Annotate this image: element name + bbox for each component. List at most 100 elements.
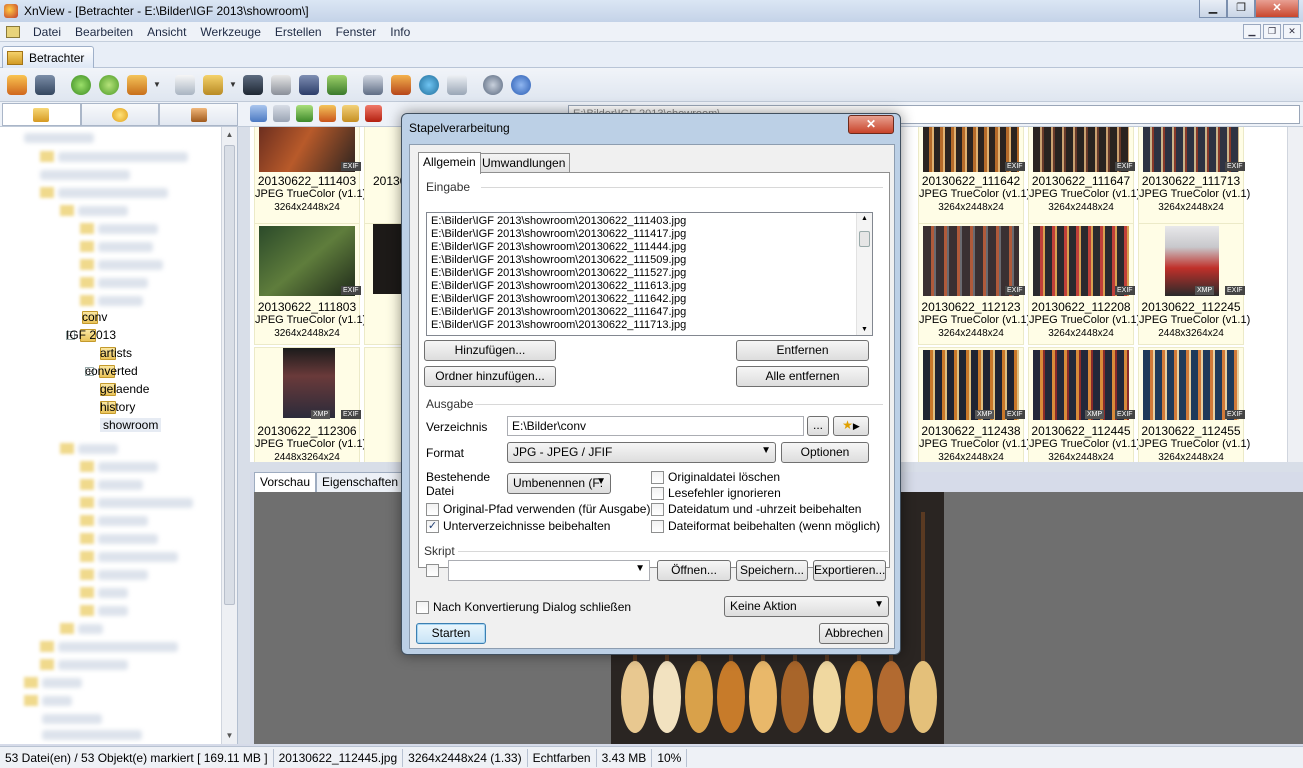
thumbnail-item[interactable]: EXIF 20130622_111803 JPEG TrueColor (v1.… xyxy=(254,223,366,345)
browser-button[interactable] xyxy=(4,72,30,98)
browse-directory-button[interactable]: ... xyxy=(807,416,829,436)
refresh-button[interactable] xyxy=(68,72,94,98)
file-list-scroll-thumb[interactable] xyxy=(859,231,870,247)
tree-node-gelaende[interactable]: gelaende xyxy=(100,380,149,398)
file-list-item[interactable]: E:\Bilder\IGF 2013\showroom\20130622_111… xyxy=(431,267,686,279)
thumbnail-scrollbar[interactable] xyxy=(1287,127,1303,462)
fullscreen-button[interactable] xyxy=(32,72,58,98)
dialog-close-button[interactable]: ✕ xyxy=(848,115,894,134)
checkbox-box[interactable] xyxy=(651,486,664,500)
xnview-app-icon[interactable] xyxy=(4,4,18,18)
menu-erstellen[interactable]: Erstellen xyxy=(268,25,329,39)
menu-werkzeuge[interactable]: Werkzeuge xyxy=(193,25,267,39)
keep-date-checkbox[interactable]: Dateidatum und -uhrzeit beibehalten xyxy=(651,502,861,516)
thumbnail-item[interactable]: XMP EXIF 20130622_112438 JPEG TrueColor … xyxy=(918,347,1030,462)
checkbox-box[interactable] xyxy=(651,519,664,533)
tree-node-conv[interactable]: conv xyxy=(82,308,107,326)
minimize-button[interactable]: ▁ xyxy=(1199,0,1227,18)
file-list-item[interactable]: E:\Bilder\IGF 2013\showroom\20130622_111… xyxy=(431,254,686,266)
forward-arrow-icon[interactable] xyxy=(273,105,290,122)
checkbox-box[interactable] xyxy=(426,564,439,577)
checkbox-box[interactable] xyxy=(426,502,439,516)
checkbox-box-checked[interactable]: ✓ xyxy=(426,519,439,533)
tab-eigenschaften[interactable]: Eigenschaften xyxy=(316,472,405,492)
scroll-down-arrow[interactable]: ▼ xyxy=(222,728,237,744)
start-button[interactable]: Starten xyxy=(416,623,486,644)
menu-bearbeiten[interactable]: Bearbeiten xyxy=(68,25,140,39)
ignore-read-errors-checkbox[interactable]: Lesefehler ignorieren xyxy=(651,486,781,500)
folder-icon[interactable] xyxy=(6,25,20,38)
mdi-restore-button[interactable]: ❐ xyxy=(1263,24,1281,39)
thumbnail-item[interactable]: EXIF 20130622_112455 JPEG TrueColor (v1.… xyxy=(1138,347,1250,462)
keep-format-checkbox[interactable]: Dateiformat beibehalten (wenn möglich) xyxy=(651,519,880,533)
move-button[interactable] xyxy=(200,72,226,98)
script-enable-checkbox[interactable] xyxy=(426,564,439,577)
back-arrow-icon[interactable] xyxy=(250,105,267,122)
thumbnail-item[interactable]: XMP EXIF 20130622_112306 JPEG TrueColor … xyxy=(254,347,366,462)
output-format-select[interactable]: JPG - JPEG / JFIF ▼ xyxy=(507,442,776,463)
scroll-down-arrow[interactable]: ▼ xyxy=(861,326,868,333)
existing-file-select[interactable]: Umbenennen (F: ▼ xyxy=(507,473,611,494)
tab-allgemein[interactable]: Allgemein xyxy=(418,152,481,174)
tree-node-converted[interactable]: + converted xyxy=(85,362,138,380)
open-script-button[interactable]: Öffnen... xyxy=(657,560,731,581)
tab-folders[interactable] xyxy=(2,103,81,126)
new-folder-icon[interactable] xyxy=(319,105,336,122)
tab-betrachter[interactable]: Betrachter xyxy=(2,46,94,68)
open-button[interactable] xyxy=(124,72,150,98)
refresh-all-button[interactable] xyxy=(96,72,122,98)
capture-button[interactable] xyxy=(360,72,386,98)
remove-button[interactable]: Entfernen xyxy=(736,340,869,361)
info-button[interactable] xyxy=(508,72,534,98)
copy-button[interactable] xyxy=(172,72,198,98)
file-list-item[interactable]: E:\Bilder\IGF 2013\showroom\20130622_111… xyxy=(431,319,686,331)
tree-node-showroom[interactable]: showroom xyxy=(100,416,162,434)
output-directory-field[interactable]: E:\Bilder\conv xyxy=(507,416,804,436)
checkbox-box[interactable] xyxy=(416,600,429,614)
menu-info[interactable]: Info xyxy=(383,25,417,39)
file-list-item[interactable]: E:\Bilder\IGF 2013\showroom\20130622_111… xyxy=(431,241,686,253)
tab-umwandlungen[interactable]: Umwandlungen xyxy=(477,153,571,173)
input-file-list[interactable]: ▲ ▼ E:\Bilder\IGF 2013\showroom\20130622… xyxy=(426,212,873,336)
scan-button[interactable] xyxy=(296,72,322,98)
menu-ansicht[interactable]: Ansicht xyxy=(140,25,193,39)
tree-node-artists[interactable]: artists xyxy=(100,344,132,362)
tab-vorschau[interactable]: Vorschau xyxy=(254,472,317,492)
delete-icon[interactable] xyxy=(365,105,382,122)
delete-original-checkbox[interactable]: Originaldatei löschen xyxy=(651,470,780,484)
tree-node-igf-2013[interactable]: − IGF 2013 xyxy=(66,326,116,344)
save-script-button[interactable]: Speichern... xyxy=(736,560,808,581)
settings-button[interactable] xyxy=(480,72,506,98)
script-select[interactable]: ▼ xyxy=(448,560,650,581)
add-files-button[interactable]: Hinzufügen... xyxy=(424,340,556,361)
folder-tree[interactable]: conv − IGF 2013 artists + converted gela… xyxy=(0,127,238,744)
after-action-select[interactable]: Keine Aktion ▼ xyxy=(724,596,889,617)
tree-node-history[interactable]: history xyxy=(100,398,135,416)
close-after-conversion-checkbox[interactable]: Nach Konvertierung Dialog schließen xyxy=(416,600,631,614)
file-list-item[interactable]: E:\Bilder\IGF 2013\showroom\20130622_111… xyxy=(431,280,686,292)
up-folder-icon[interactable] xyxy=(296,105,313,122)
add-folder-button[interactable]: Ordner hinzufügen... xyxy=(424,366,556,387)
tab-favorites[interactable] xyxy=(80,103,160,126)
mdi-minimize-button[interactable]: ▁ xyxy=(1243,24,1261,39)
print-button[interactable] xyxy=(268,72,294,98)
search-button[interactable] xyxy=(240,72,266,98)
tab-categories[interactable] xyxy=(159,103,239,126)
checkbox-box[interactable] xyxy=(651,502,664,516)
file-list-item[interactable]: E:\Bilder\IGF 2013\showroom\20130622_111… xyxy=(431,306,686,318)
move-dropdown-arrow[interactable]: ▼ xyxy=(228,80,238,89)
file-list-item[interactable]: E:\Bilder\IGF 2013\showroom\20130622_111… xyxy=(431,293,686,305)
slideshow-button[interactable] xyxy=(388,72,414,98)
thumbnail-item[interactable]: XMP EXIF 20130622_112445 JPEG TrueColor … xyxy=(1028,347,1140,462)
use-original-path-checkbox[interactable]: Original-Pfad verwenden (für Ausgabe) xyxy=(426,502,650,516)
thumbnail-item[interactable]: XMP EXIF 20130622_112245 JPEG TrueColor … xyxy=(1138,223,1250,345)
rename-icon[interactable] xyxy=(342,105,359,122)
file-list-item[interactable]: E:\Bilder\IGF 2013\showroom\20130622_111… xyxy=(431,215,686,227)
options-button[interactable]: Optionen xyxy=(781,442,869,463)
maximize-button[interactable]: ❐ xyxy=(1227,0,1255,18)
menu-fenster[interactable]: Fenster xyxy=(329,25,384,39)
vertical-splitter[interactable] xyxy=(238,127,250,744)
export-script-button[interactable]: Exportieren... xyxy=(813,560,886,581)
contact-sheet-button[interactable] xyxy=(444,72,470,98)
remove-all-button[interactable]: Alle entfernen xyxy=(736,366,869,387)
